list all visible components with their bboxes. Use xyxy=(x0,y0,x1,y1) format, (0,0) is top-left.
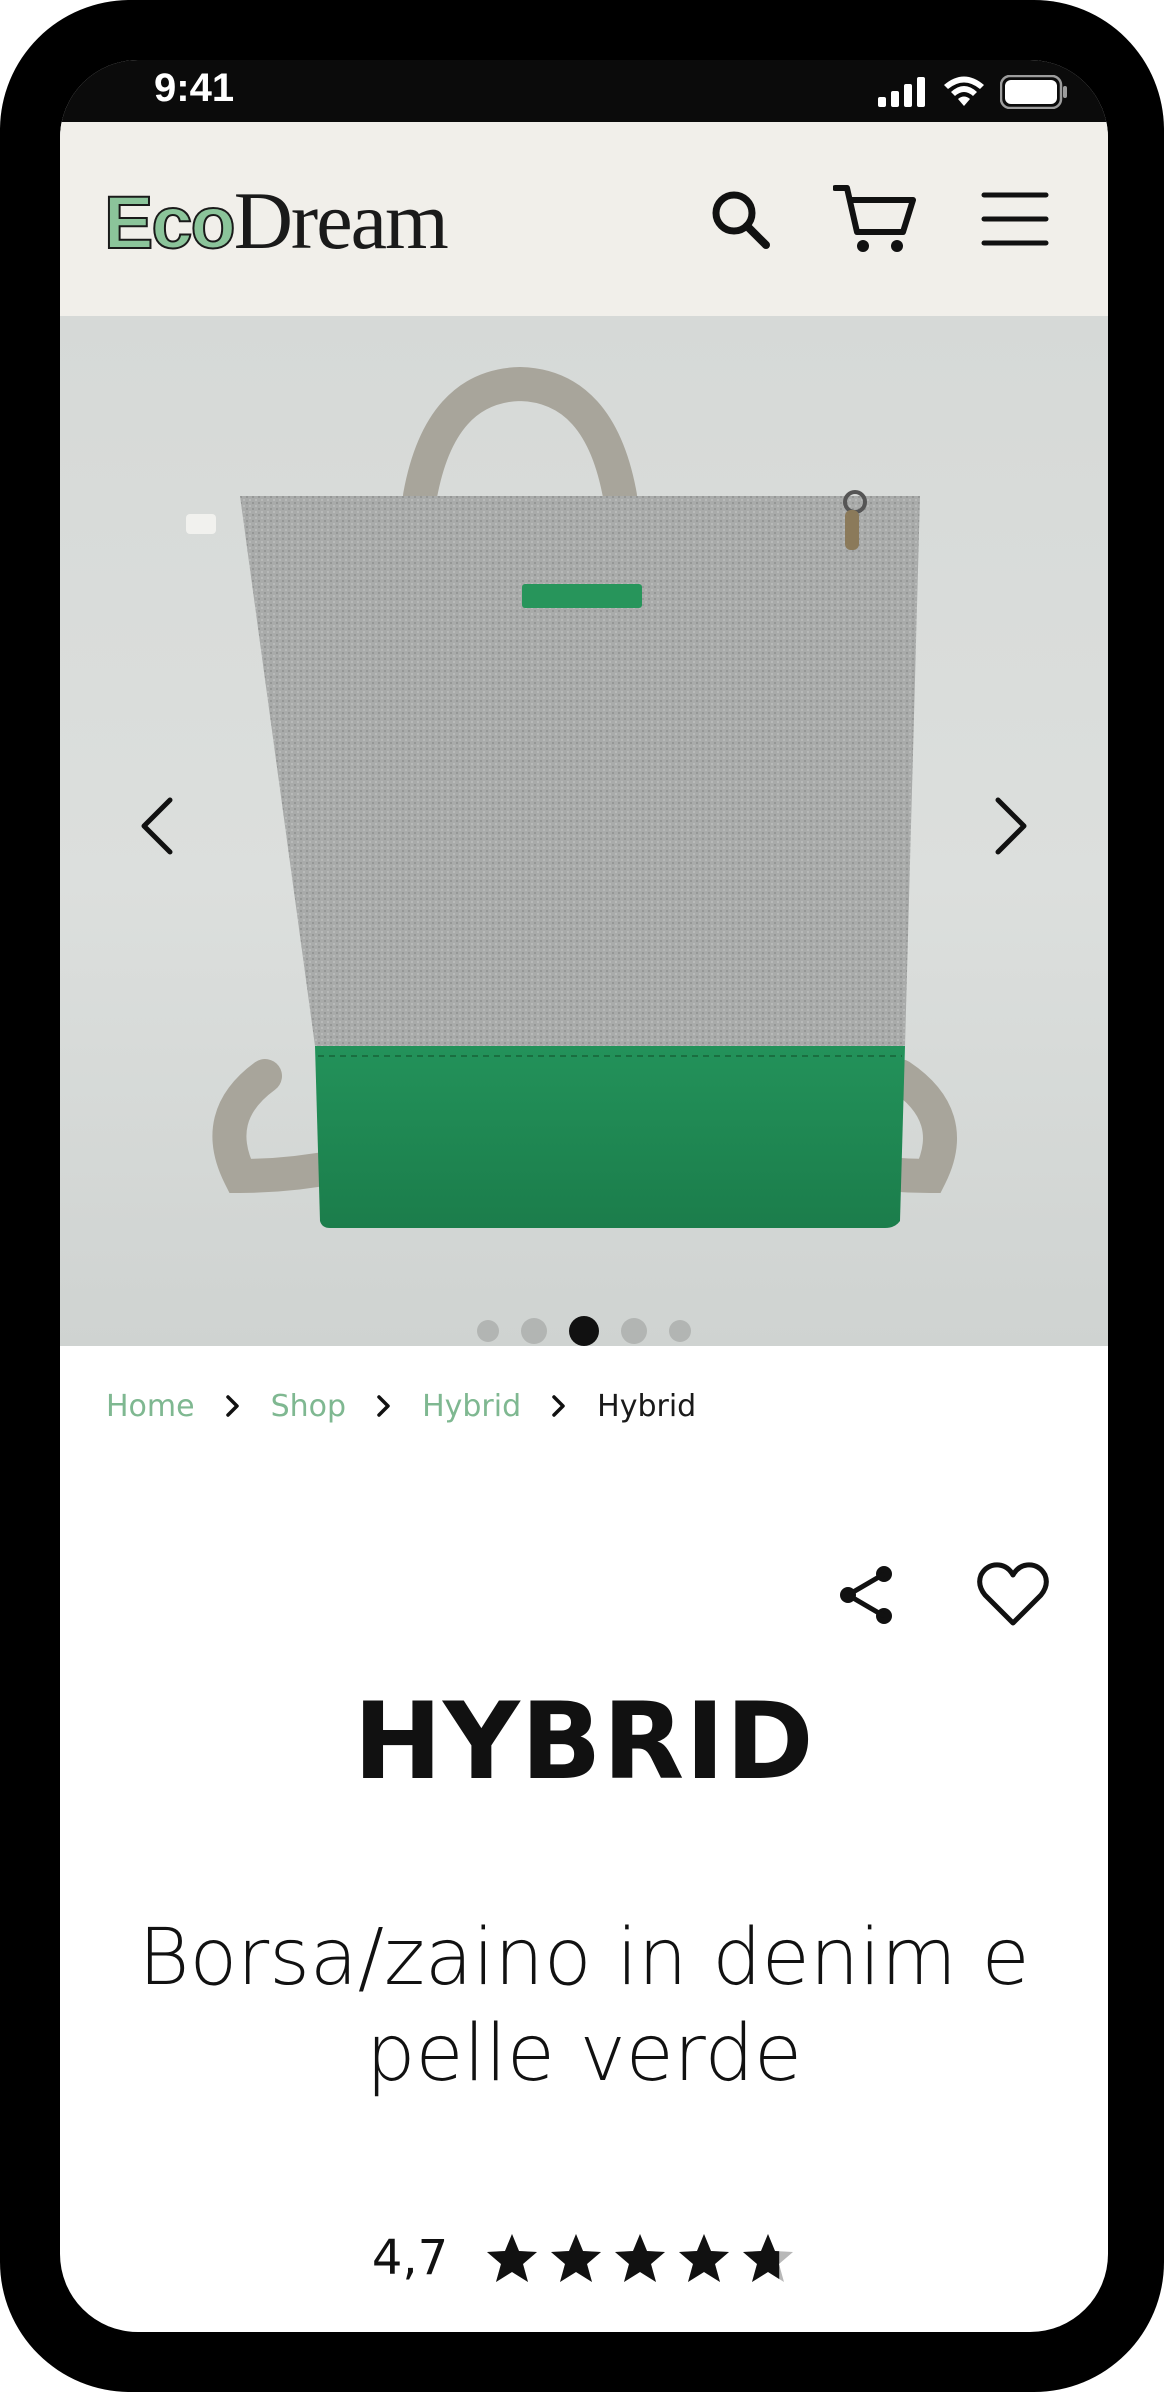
status-bar: 9:41 xyxy=(60,60,1108,122)
rating-value: 4,7 xyxy=(371,2230,449,2286)
breadcrumb: Home Shop Hybrid Hybrid xyxy=(106,1382,696,1430)
star-icon xyxy=(551,2234,602,2282)
star-icon xyxy=(679,2234,730,2282)
gallery-dot[interactable] xyxy=(477,1320,499,1342)
site-header: Eco Dream xyxy=(60,122,1108,316)
product-gallery[interactable] xyxy=(60,316,1108,1346)
heart-icon xyxy=(977,1562,1049,1626)
share-icon xyxy=(840,1566,892,1624)
search-icon xyxy=(712,191,770,249)
rating-stars xyxy=(484,2231,796,2285)
gallery-dot[interactable] xyxy=(521,1318,547,1344)
cart-icon xyxy=(833,185,916,252)
star-icon xyxy=(743,2234,794,2282)
gallery-dots xyxy=(60,1316,1108,1346)
product-image xyxy=(186,366,957,1228)
logo[interactable]: Eco Dream xyxy=(103,174,449,274)
star-icon xyxy=(615,2234,666,2282)
cart-button[interactable] xyxy=(820,122,930,316)
logo-dream: Dream xyxy=(233,175,449,266)
chevron-right-icon xyxy=(995,797,1027,855)
chevron-right-icon xyxy=(376,1394,392,1418)
menu-icon xyxy=(981,192,1049,246)
status-icons xyxy=(878,72,1068,112)
status-time: 9:41 xyxy=(154,66,235,110)
chevron-left-icon xyxy=(141,797,173,855)
battery-icon xyxy=(1000,75,1067,109)
gallery-dot[interactable] xyxy=(569,1316,599,1346)
chevron-right-icon xyxy=(225,1394,241,1418)
screen: 9:41 Eco Dream Home Shop Hybrid Hybrid H… xyxy=(60,60,1108,2332)
breadcrumb-current: Hybrid xyxy=(597,1388,697,1424)
breadcrumb-category[interactable]: Hybrid xyxy=(422,1389,521,1424)
wifi-icon xyxy=(944,76,984,106)
gallery-next-button[interactable] xyxy=(970,786,1050,866)
menu-button[interactable] xyxy=(960,122,1070,316)
logo-eco: Eco xyxy=(103,180,237,265)
product-rating: 4,7 xyxy=(60,2230,1108,2286)
phone-frame: 9:41 Eco Dream Home Shop Hybrid Hybrid H… xyxy=(0,0,1164,2392)
breadcrumb-shop[interactable]: Shop xyxy=(271,1389,346,1424)
wishlist-button[interactable] xyxy=(968,1550,1058,1640)
share-button[interactable] xyxy=(822,1550,912,1640)
gallery-dot[interactable] xyxy=(669,1320,691,1342)
gallery-prev-button[interactable] xyxy=(118,786,198,866)
breadcrumb-home[interactable]: Home xyxy=(106,1389,195,1424)
signal-icon xyxy=(878,77,925,107)
chevron-right-icon xyxy=(551,1394,567,1418)
gallery-dot[interactable] xyxy=(621,1318,647,1344)
star-icon xyxy=(487,2234,538,2282)
product-title: HYBRID xyxy=(353,1680,815,1803)
product-description: Borsa/zaino in denim e pelle verde xyxy=(138,1913,1030,2099)
search-button[interactable] xyxy=(690,122,790,316)
